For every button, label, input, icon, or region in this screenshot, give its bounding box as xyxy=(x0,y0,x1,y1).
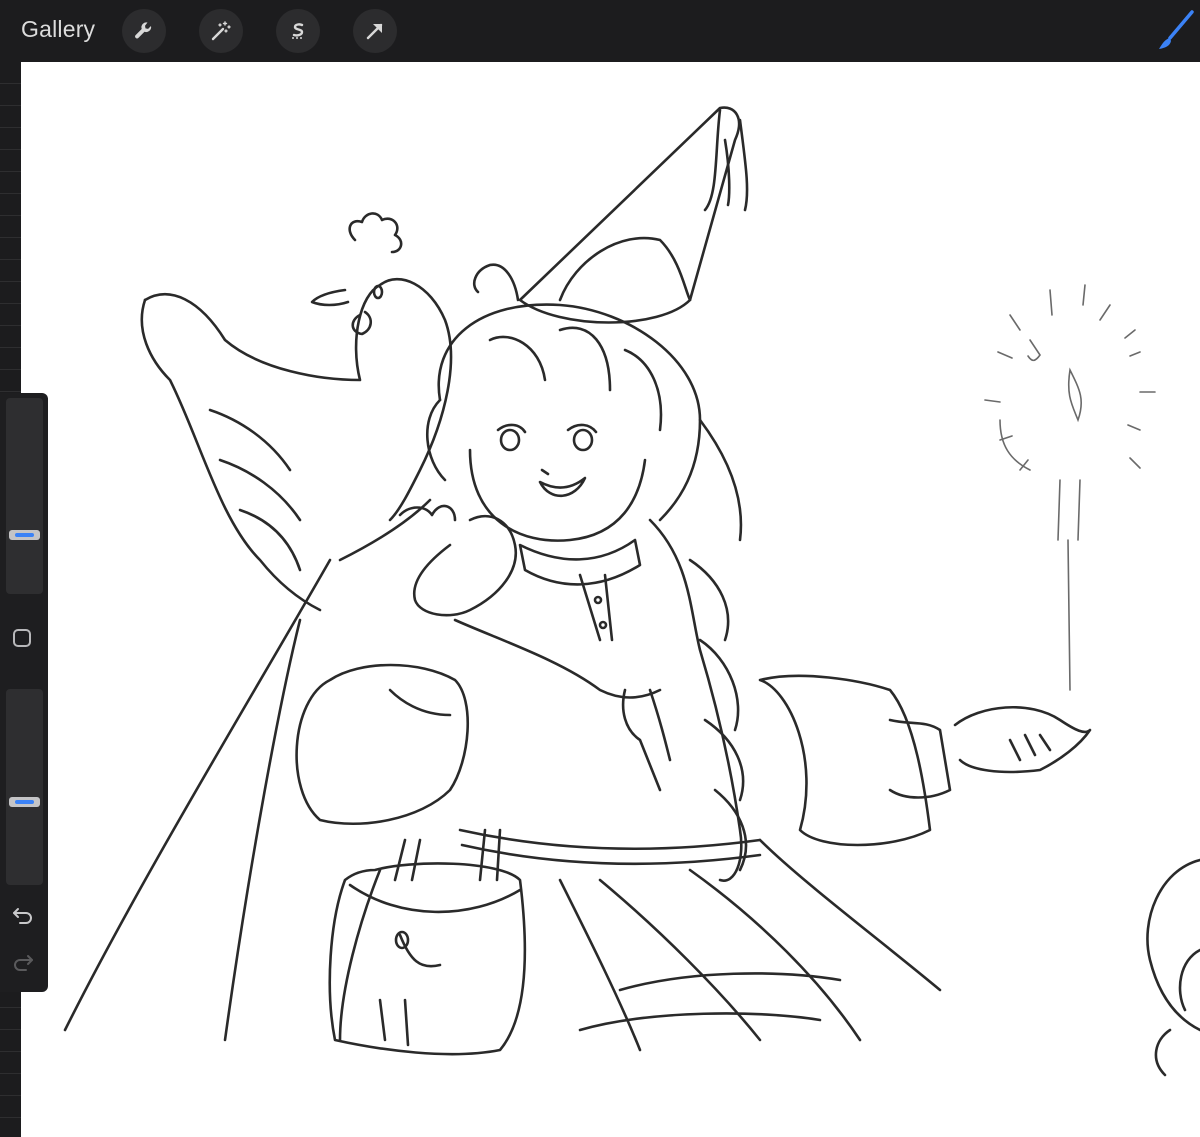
top-toolbar: Gallery xyxy=(0,0,1200,62)
line-art-drawing xyxy=(63,106,1200,1077)
gallery-button[interactable]: Gallery xyxy=(21,16,95,43)
magic-wand-icon[interactable] xyxy=(199,9,243,53)
opacity-slider[interactable] xyxy=(6,689,43,885)
brush-size-thumb[interactable] xyxy=(9,530,40,541)
modify-square-icon[interactable] xyxy=(13,629,31,647)
drawing-canvas[interactable] xyxy=(21,62,1200,1137)
redo-icon[interactable] xyxy=(10,950,36,974)
opacity-thumb[interactable] xyxy=(9,796,40,807)
selection-s-icon[interactable] xyxy=(276,9,320,53)
brush-size-slider[interactable] xyxy=(6,398,43,594)
wrench-icon[interactable] xyxy=(122,9,166,53)
transform-arrow-icon[interactable] xyxy=(353,9,397,53)
undo-icon[interactable] xyxy=(10,903,36,927)
paintbrush-icon[interactable] xyxy=(1156,8,1196,52)
brush-sidebar xyxy=(0,393,48,992)
